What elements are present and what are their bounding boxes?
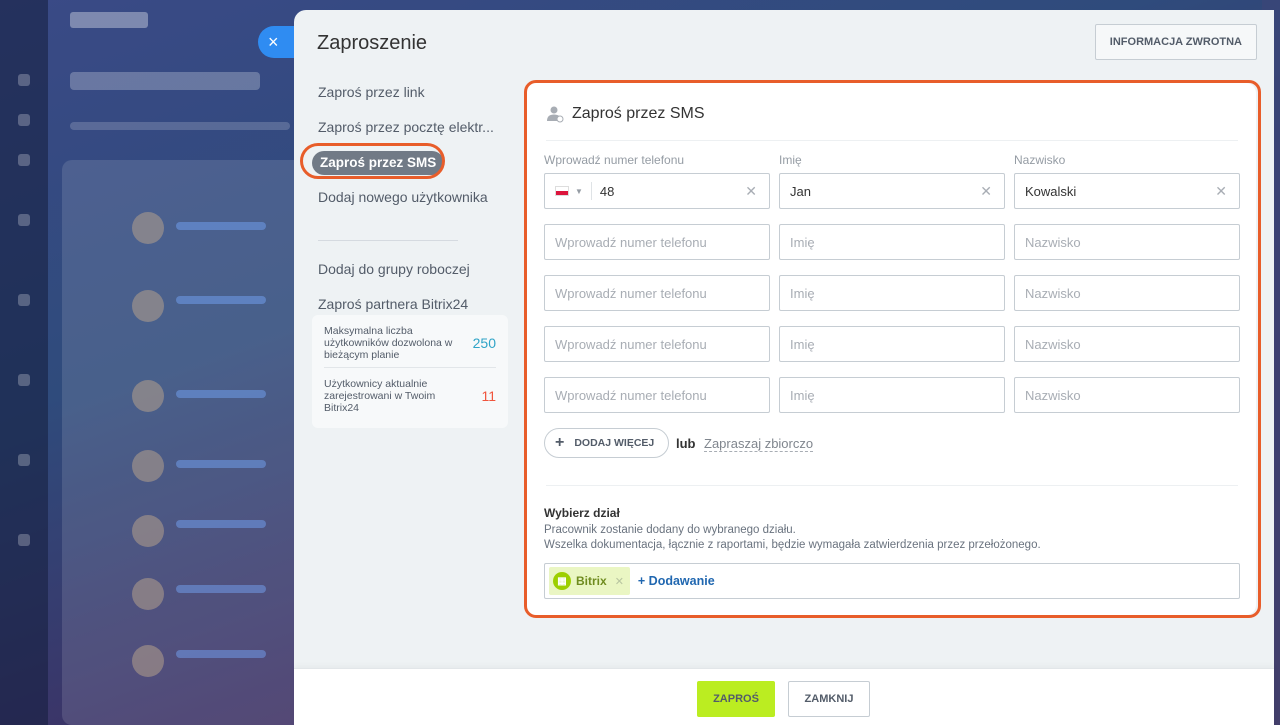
- close-button[interactable]: ZAMKNIJ: [788, 681, 870, 717]
- name-input[interactable]: Imię: [779, 326, 1005, 362]
- name-column-header: Imię: [779, 153, 802, 167]
- surname-input[interactable]: Nazwisko: [1014, 326, 1240, 362]
- surname-value: Kowalski: [1025, 183, 1077, 199]
- background-left-bar: [0, 0, 48, 725]
- max-users-label: Maksymalna liczba użytkowników dozwolona…: [324, 325, 453, 361]
- background-avatar: [132, 578, 164, 610]
- background-line: [176, 390, 266, 398]
- panel-title: Zaproszenie: [317, 32, 428, 54]
- name-value: Jan: [790, 183, 811, 199]
- clear-icon[interactable]: ✕: [980, 183, 992, 200]
- invite-panel: Zaproszenie INFORMACJA ZWROTNA Zaproś pr…: [294, 10, 1274, 725]
- background-menu-icon: [18, 154, 30, 166]
- user-add-icon: [547, 106, 564, 123]
- background-line: [176, 296, 266, 304]
- background-avatar: [132, 515, 164, 547]
- department-tag[interactable]: ▦ Bitrix ✕: [549, 567, 630, 595]
- user-limits-box: Maksymalna liczba użytkowników dozwolona…: [312, 315, 508, 428]
- clear-icon[interactable]: ✕: [1215, 183, 1227, 200]
- background-menu-icon: [18, 214, 30, 226]
- department-description: Pracownik zostanie dodany do wybranego d…: [544, 523, 1041, 553]
- background-avatar: [132, 212, 164, 244]
- separator: [590, 182, 592, 200]
- max-users-row: Maksymalna liczba użytkowników dozwolona…: [324, 323, 496, 367]
- current-users-row: Użytkownicy aktualnie zarejestrowani w T…: [324, 367, 496, 420]
- max-users-value: 250: [472, 335, 496, 351]
- close-icon: ×: [268, 31, 279, 52]
- menu-item-workgroup[interactable]: Dodaj do grupy roboczej: [310, 257, 508, 292]
- surname-input[interactable]: Nazwisko: [1014, 275, 1240, 311]
- department-icon: ▦: [553, 572, 571, 590]
- department-desc-line1: Pracownik zostanie dodany do wybranego d…: [544, 524, 796, 536]
- background-line: [176, 520, 266, 528]
- background-menu-icon: [18, 534, 30, 546]
- current-users-value: 11: [481, 388, 496, 404]
- background-menu-icon: [18, 114, 30, 126]
- plus-icon: +: [555, 434, 565, 451]
- add-more-label: DODAJ WIĘCEJ: [574, 437, 655, 449]
- department-selector[interactable]: ▦ Bitrix ✕ + Dodawanie: [544, 563, 1240, 599]
- department-title: Wybierz dział: [544, 506, 620, 520]
- add-more-button[interactable]: + DODAJ WIĘCEJ: [544, 428, 670, 458]
- phone-value: 48: [599, 183, 615, 199]
- background-title: [70, 72, 260, 90]
- close-panel-button[interactable]: ×: [258, 26, 298, 58]
- menu-divider: [318, 240, 458, 241]
- feedback-button[interactable]: INFORMACJA ZWROTNA: [1094, 24, 1257, 60]
- chevron-down-icon[interactable]: ▼: [575, 187, 583, 196]
- background-card: [62, 160, 312, 725]
- name-input[interactable]: Imię: [779, 275, 1005, 311]
- clear-icon[interactable]: ✕: [745, 183, 757, 200]
- phone-column-header: Wprowadź numer telefonu: [544, 153, 685, 167]
- background-line: [176, 650, 266, 658]
- menu-item-email[interactable]: Zaproś przez pocztę elektr...: [310, 115, 508, 150]
- current-users-label: Użytkownicy aktualnie zarejestrowani w T…: [324, 378, 436, 414]
- card-header: Zaproś przez SMS: [546, 105, 1238, 141]
- name-input[interactable]: Imię: [779, 377, 1005, 413]
- panel-footer: ZAPROŚ ZAMKNIJ: [294, 668, 1274, 725]
- background-avatar: [132, 290, 164, 322]
- or-label: lub: [676, 436, 696, 451]
- background-menu-icon: [18, 294, 30, 306]
- phone-input[interactable]: Wprowadź numer telefonu: [544, 326, 770, 362]
- background-menu-icon: [18, 374, 30, 386]
- poland-flag-icon[interactable]: [555, 186, 569, 196]
- background-logo: [70, 12, 148, 28]
- background-line: [176, 222, 266, 230]
- invite-button[interactable]: ZAPROŚ: [697, 681, 775, 717]
- phone-input[interactable]: ▼ 48 ✕: [544, 173, 770, 209]
- background-menu-icon: [18, 454, 30, 466]
- add-department-link[interactable]: + Dodawanie: [638, 574, 715, 588]
- name-input[interactable]: Jan ✕: [779, 173, 1005, 209]
- department-tag-label: Bitrix: [576, 574, 607, 588]
- background-subtitle: [70, 122, 290, 130]
- department-desc-line2: Wszelka dokumentacja, łącznie z raportam…: [544, 539, 1041, 551]
- phone-input[interactable]: Wprowadź numer telefonu: [544, 224, 770, 260]
- name-input[interactable]: Imię: [779, 224, 1005, 260]
- background-avatar: [132, 645, 164, 677]
- remove-tag-icon[interactable]: ✕: [615, 575, 624, 588]
- invite-menu: Zaproś przez link Zaproś przez pocztę el…: [310, 80, 508, 327]
- background-menu-icon: [18, 74, 30, 86]
- surname-column-header: Nazwisko: [1014, 153, 1066, 167]
- sms-invite-card: Zaproś przez SMS Wprowadź numer telefonu…: [526, 83, 1256, 615]
- surname-input[interactable]: Nazwisko: [1014, 224, 1240, 260]
- bulk-invite-link[interactable]: Zapraszaj zbiorczo: [704, 436, 814, 452]
- surname-input[interactable]: Nazwisko: [1014, 377, 1240, 413]
- section-divider: [546, 485, 1238, 486]
- background-avatar: [132, 380, 164, 412]
- phone-input[interactable]: Wprowadź numer telefonu: [544, 275, 770, 311]
- background-line: [176, 460, 266, 468]
- background-avatar: [132, 450, 164, 482]
- menu-item-new-user[interactable]: Dodaj nowego użytkownika: [310, 185, 508, 220]
- menu-item-sms[interactable]: Zaproś przez SMS: [310, 150, 508, 185]
- phone-input[interactable]: Wprowadź numer telefonu: [544, 377, 770, 413]
- menu-item-link[interactable]: Zaproś przez link: [310, 80, 508, 115]
- card-title: Zaproś przez SMS: [572, 105, 705, 122]
- background-line: [176, 585, 266, 593]
- surname-input[interactable]: Kowalski ✕: [1014, 173, 1240, 209]
